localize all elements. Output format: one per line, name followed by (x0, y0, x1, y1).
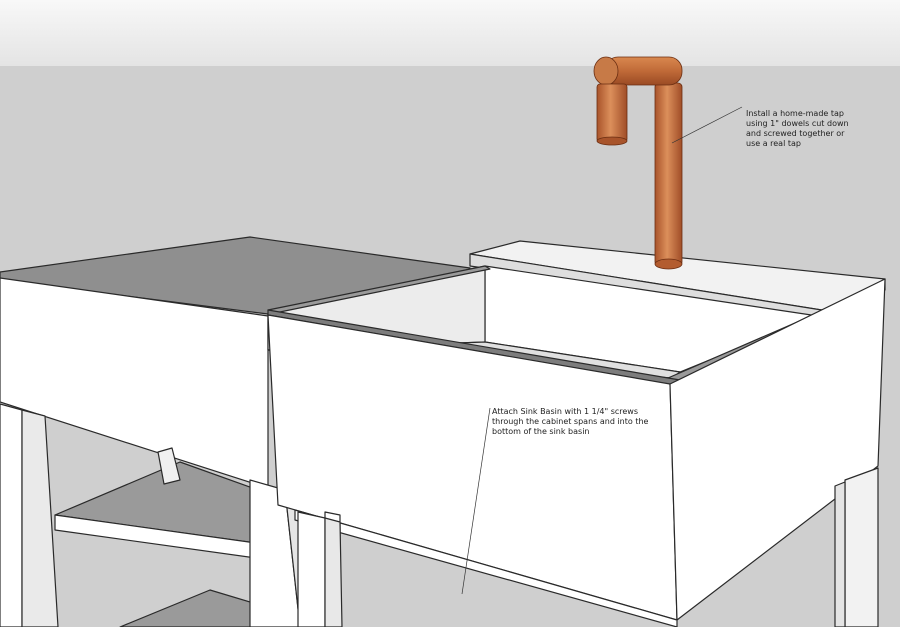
tap-spout (596, 83, 628, 143)
sky (0, 0, 900, 66)
scene-svg: Install a home-made tap using 1" dowels … (0, 0, 900, 627)
basin-annotation-line-3: bottom of the sink basin (492, 427, 589, 436)
tap-annotation-line-1: Install a home-made tap (746, 109, 844, 118)
tap-annotation-line-4: use a real tap (746, 139, 801, 148)
mid-leg-side (324, 517, 343, 627)
basin-annotation-line-2: through the cabinet spans and into the (492, 417, 649, 426)
tap-annotation-line-2: using 1" dowels cut down (746, 119, 849, 128)
leg-front-left (0, 403, 23, 627)
mid-leg (297, 511, 326, 627)
tap-riser (654, 82, 683, 267)
tap-annotation-line-3: and screwed together or (746, 129, 845, 138)
sink-cabinet-diagram: Install a home-made tap using 1" dowels … (0, 0, 900, 627)
tap-spout-end (596, 136, 628, 146)
basin-annotation-line-1: Attach Sink Basin with 1 1/4" screws (492, 407, 638, 416)
tap-arm-end (593, 56, 619, 86)
tap-riser-base (654, 258, 683, 270)
right-leg-side (844, 467, 879, 627)
right-leg (834, 481, 846, 627)
